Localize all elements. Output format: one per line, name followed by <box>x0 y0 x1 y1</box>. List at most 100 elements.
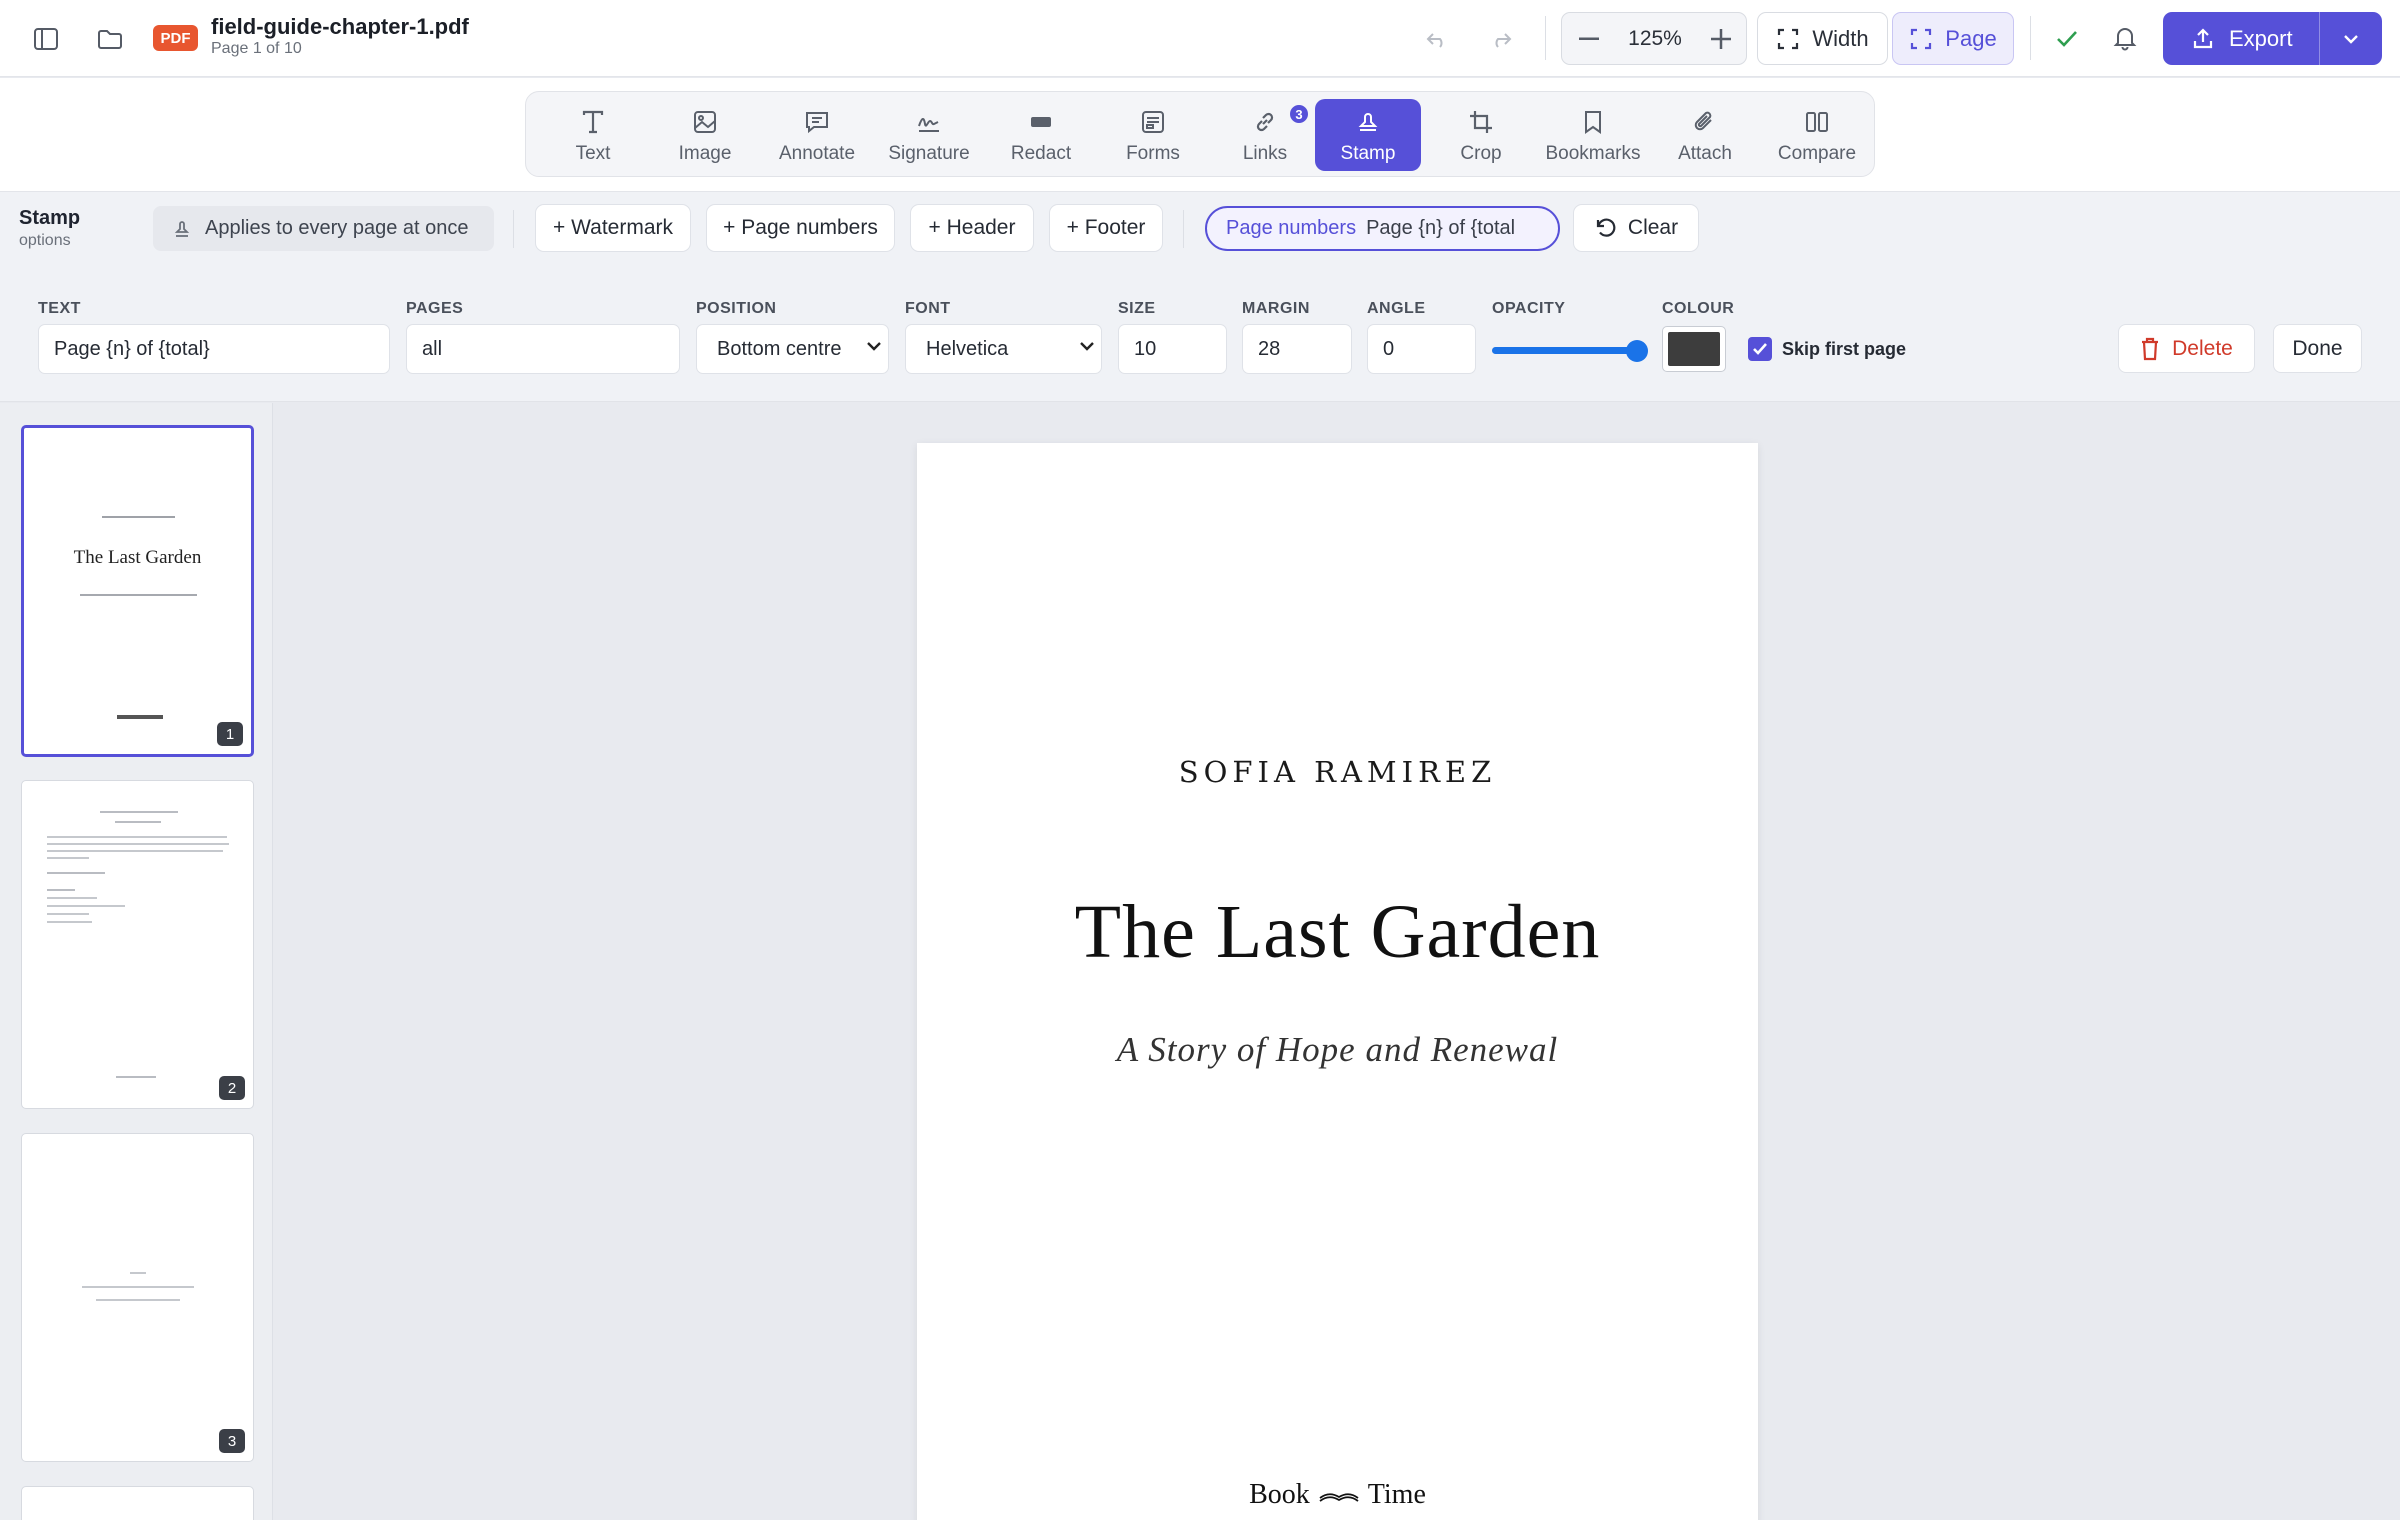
add-footer-button[interactable]: + Footer <box>1049 204 1163 252</box>
zoom-in-icon[interactable] <box>1704 22 1738 56</box>
skip-first-page-option[interactable]: Skip first page <box>1748 335 1906 363</box>
tool-annotate-label: Annotate <box>778 143 856 164</box>
margin-input[interactable] <box>1242 324 1352 374</box>
thumbnail-page-number: 3 <box>219 1429 245 1453</box>
thumbnail-page-number: 1 <box>217 722 243 746</box>
add-page-numbers-button[interactable]: + Page numbers <box>706 204 895 252</box>
publisher-logo: Book Time <box>917 1479 1758 1511</box>
stamp-text-input[interactable] <box>38 324 390 374</box>
tool-bookmarks-label: Bookmarks <box>1545 143 1641 164</box>
check-icon[interactable] <box>2050 22 2084 56</box>
tool-forms-label: Forms <box>1126 143 1180 164</box>
stamp-hint-text: Applies to every page at once <box>205 217 469 239</box>
tool-text-label: Text <box>575 143 611 164</box>
fit-width-button[interactable]: Width <box>1757 12 1888 65</box>
clear-button[interactable]: Clear <box>1573 204 1699 252</box>
tool-redact[interactable]: Redact <box>989 99 1093 171</box>
skip-first-page-checkbox[interactable] <box>1748 337 1772 361</box>
document-page: SOFIA RAMIREZ The Last Garden A Story of… <box>917 443 1758 1520</box>
top-bar: PDF field-guide-chapter-1.pdf Page 1 of … <box>0 0 2400 77</box>
sidebar-toggle-icon[interactable] <box>26 22 66 56</box>
trash-icon <box>2142 337 2159 360</box>
done-button[interactable]: Done <box>2273 324 2362 373</box>
folder-icon[interactable] <box>90 22 130 56</box>
delete-stamp-button[interactable]: Delete <box>2118 324 2255 373</box>
active-stamp-chip[interactable]: Page numbers Page {n} of {total <box>1205 206 1560 251</box>
open-book-icon <box>1319 1493 1359 1502</box>
colour-swatch[interactable] <box>1662 326 1726 372</box>
colour-swatch-fill <box>1668 332 1720 366</box>
fit-width-icon <box>1778 28 1799 49</box>
undo-icon[interactable] <box>1418 22 1456 56</box>
tool-attach[interactable]: Attach <box>1653 99 1757 171</box>
form-icon <box>1142 111 1164 133</box>
bookmark-icon <box>1585 111 1601 134</box>
bell-icon[interactable] <box>2108 20 2142 56</box>
stamp-icon <box>174 220 190 237</box>
redo-icon[interactable] <box>1482 22 1520 56</box>
add-header-button[interactable]: + Header <box>910 204 1034 252</box>
stamp-options-subtitle: options <box>19 232 71 249</box>
angle-input[interactable] <box>1367 324 1476 374</box>
page-thumbnail-2[interactable]: 2 <box>21 780 254 1109</box>
zoom-out-icon[interactable] <box>1572 22 1606 56</box>
thumbnail-title: The Last Garden <box>73 547 202 568</box>
fit-page-button[interactable]: Page <box>1892 12 2014 65</box>
tool-stamp-label: Stamp <box>1340 143 1396 164</box>
tool-image[interactable]: Image <box>653 99 757 171</box>
opacity-field-label: OPACITY <box>1492 300 1566 317</box>
position-select[interactable]: Bottom centre <box>696 324 889 374</box>
page-subtitle: A Story of Hope and Renewal <box>1116 1030 1559 1069</box>
tool-group: Text Image Annotate Signature Redact For… <box>525 91 1875 177</box>
tool-text[interactable]: Text <box>541 99 645 171</box>
tool-crop-label: Crop <box>1460 143 1502 164</box>
export-button[interactable]: Export <box>2163 12 2382 65</box>
colour-field-label: COLOUR <box>1662 300 1735 317</box>
fit-width-label: Width <box>1812 25 1869 51</box>
file-name: field-guide-chapter-1.pdf <box>211 14 469 39</box>
reset-icon <box>1596 218 1616 237</box>
stamp-icon <box>1358 113 1378 131</box>
tool-annotate[interactable]: Annotate <box>765 99 869 171</box>
text-field-label: TEXT <box>38 300 81 317</box>
font-field-label: FONT <box>905 300 951 317</box>
font-select[interactable]: Helvetica <box>905 324 1102 374</box>
tool-links[interactable]: Links 3 <box>1213 99 1317 171</box>
paperclip-icon <box>1694 111 1712 131</box>
opacity-slider[interactable] <box>1492 340 1648 362</box>
image-icon <box>694 111 716 133</box>
chevron-down-icon <box>2344 34 2358 44</box>
opacity-thumb[interactable] <box>1626 340 1648 362</box>
tool-compare-label: Compare <box>1777 143 1857 164</box>
zoom-level[interactable]: 125% <box>1612 27 1698 51</box>
active-stamp-value: Page {n} of {total <box>1366 217 1516 239</box>
page-status: Page 1 of 10 <box>211 40 302 57</box>
export-menu-toggle[interactable] <box>2320 12 2382 65</box>
compare-icon <box>1806 112 1828 132</box>
page-thumbnail-1[interactable]: The Last Garden 1 <box>21 425 254 757</box>
tool-signature[interactable]: Signature <box>877 99 981 171</box>
tool-compare[interactable]: Compare <box>1765 99 1869 171</box>
tool-links-label: Links <box>1242 143 1288 164</box>
tool-bookmarks[interactable]: Bookmarks <box>1541 99 1645 171</box>
publisher-name-right: Time <box>1367 1479 1426 1510</box>
add-watermark-button[interactable]: + Watermark <box>535 204 691 252</box>
tool-stamp[interactable]: Stamp <box>1315 99 1421 171</box>
size-field-label: SIZE <box>1118 300 1156 317</box>
page-thumbnail-4[interactable] <box>21 1486 254 1520</box>
comment-icon <box>806 112 828 134</box>
stamp-options-title: Stamp <box>19 207 81 229</box>
pages-input[interactable] <box>406 324 680 374</box>
angle-field-label: ANGLE <box>1367 300 1426 317</box>
delete-label: Delete <box>2172 336 2233 360</box>
position-field-label: POSITION <box>696 300 777 317</box>
tool-forms[interactable]: Forms <box>1101 99 1205 171</box>
clear-label: Clear <box>1627 216 1679 239</box>
tool-crop[interactable]: Crop <box>1429 99 1533 171</box>
signature-icon <box>918 118 939 132</box>
tool-image-label: Image <box>678 143 732 164</box>
page-author: SOFIA RAMIREZ <box>1178 755 1497 789</box>
publisher-name-left: Book <box>1249 1479 1310 1510</box>
size-input[interactable] <box>1118 324 1227 374</box>
page-thumbnail-3[interactable]: 3 <box>21 1133 254 1462</box>
